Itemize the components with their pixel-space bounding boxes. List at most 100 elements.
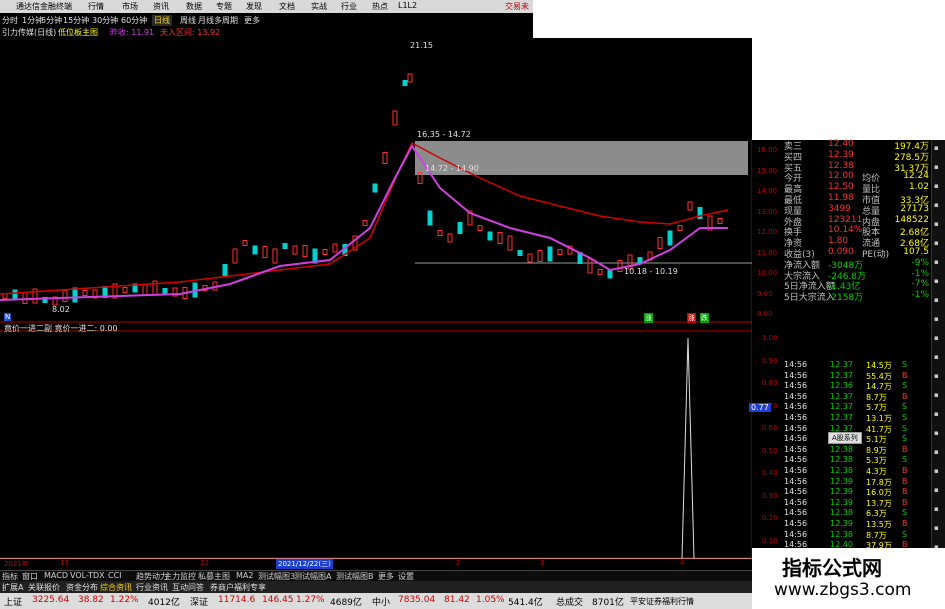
sub-tick: 0.90 [762, 356, 778, 365]
menu-item-5[interactable]: 发现 [246, 1, 262, 12]
candle [292, 245, 298, 255]
price-chart-svg[interactable] [0, 38, 752, 570]
period-tab-5[interactable]: 60分钟 [121, 15, 147, 26]
menu-item-4[interactable]: 专题 [216, 1, 232, 12]
candle [427, 210, 433, 226]
side-strip[interactable]: ▪ ▪ ▪ ▪ ▪ ▪ ▪ ▪ ▪ ▪ ▪ ▪ ▪ ▪ ▪ ▪ ▪ ▪ ▪ ▪ ▪ ▪ [931, 140, 945, 570]
side-button-icon[interactable]: ▪ [934, 315, 939, 323]
menu-item-7[interactable]: 实战 [311, 1, 327, 12]
candle [447, 233, 453, 243]
candle [372, 183, 378, 193]
broker-text[interactable]: 平安证券福利行情 [630, 596, 694, 607]
indicator-tabs: 指标 窗口 MACD VOL-TDX CCI 趋势动力 主力监控 私募主图 MA2 测试幅图3 测试… [0, 570, 752, 581]
menu-item-3[interactable]: 数据 [186, 1, 202, 12]
popup-tag[interactable]: A股系列 [828, 432, 862, 444]
marker-up-1: 涨 [644, 313, 653, 323]
menu-item-0[interactable]: 行情 [88, 1, 104, 12]
indicator-tab-4[interactable]: CCI [108, 571, 122, 580]
side-button-icon[interactable]: ▪ [934, 239, 939, 247]
range-annotation-2: 14.72 - 14.90 [425, 164, 479, 173]
trade-label[interactable]: 交易未 [505, 1, 529, 12]
side-button-icon[interactable]: ▪ [934, 258, 939, 266]
info-tab-0[interactable]: 扩展A [2, 582, 23, 593]
side-button-icon[interactable]: ▪ [934, 486, 939, 494]
zx-label[interactable]: 中小 [372, 595, 390, 608]
sub-tick: 0.50 [762, 446, 778, 455]
candle [232, 248, 238, 264]
side-button-icon[interactable]: ▪ [934, 220, 939, 228]
period-tab-3[interactable]: 15分钟 [63, 15, 89, 26]
side-button-icon[interactable]: ▪ [934, 182, 939, 190]
sub-tick: 1.00 [762, 334, 778, 342]
side-button-icon[interactable]: ▪ [934, 467, 939, 475]
candle [547, 246, 553, 262]
period-tab-1[interactable]: 1分钟 [22, 15, 43, 26]
candle [222, 264, 228, 276]
info-tab-6[interactable]: 券商户福利专享 [210, 582, 266, 593]
side-button-icon[interactable]: ▪ [934, 429, 939, 437]
crosshair-date: 2021/12/22(三) [276, 559, 333, 569]
price-tick: 8.00 [757, 310, 773, 318]
indicator-tab-2[interactable]: MACD [44, 571, 68, 580]
side-button-icon[interactable]: ▪ [934, 524, 939, 532]
side-button-icon[interactable]: ▪ [934, 163, 939, 171]
menu-item-9[interactable]: 热点 [372, 1, 388, 12]
side-button-icon[interactable]: ▪ [934, 372, 939, 380]
candle [607, 269, 613, 279]
period-tab-2[interactable]: 5分钟 [41, 15, 62, 26]
candle [417, 172, 423, 184]
side-button-icon[interactable]: ▪ [934, 448, 939, 456]
candle [62, 290, 68, 302]
period-tab-8[interactable]: 月线 [198, 15, 214, 26]
info-tab-3[interactable]: 综合资讯 [100, 582, 132, 593]
side-button-icon[interactable]: ▪ [934, 391, 939, 399]
indicator-tab-3[interactable]: VOL-TDX [70, 571, 105, 580]
candle [22, 292, 28, 304]
candle [677, 225, 683, 231]
title-bar: 通达信金融终端 交易未 行情 市场 资讯 数据 专题 发现 文档 实战 行业 热点 L1L2 [0, 0, 533, 13]
info-tab-5[interactable]: 互动问答 [172, 582, 204, 593]
period-tab-7[interactable]: 周线 [180, 15, 196, 26]
side-button-icon[interactable]: ▪ [934, 144, 939, 152]
side-button-icon[interactable]: ▪ [934, 505, 939, 513]
sz-label[interactable]: 深证 [190, 595, 208, 608]
candle [487, 231, 493, 241]
info-tab-4[interactable]: 行业资讯 [136, 582, 168, 593]
period-tab-4[interactable]: 30分钟 [92, 15, 118, 26]
candle [587, 258, 593, 274]
candle [282, 243, 288, 249]
side-button-icon[interactable]: ▪ [934, 410, 939, 418]
candle [252, 245, 258, 255]
menu-item-6[interactable]: 文档 [279, 1, 295, 12]
period-tab-10[interactable]: 更多 [244, 15, 260, 26]
range-value: 天入区间: 13.92 [160, 28, 221, 37]
marker-n: N [4, 313, 12, 321]
info-tab-2[interactable]: 资金分布 [66, 582, 98, 593]
side-button-icon[interactable]: ▪ [934, 201, 939, 209]
period-tab-6[interactable]: 日线 [152, 15, 172, 26]
menu-item-10[interactable]: L1L2 [398, 1, 417, 10]
menu-item-2[interactable]: 资讯 [153, 1, 169, 12]
candle [242, 240, 248, 246]
side-button-icon[interactable]: ▪ [934, 334, 939, 342]
indicator-tab-8[interactable]: MA2 [236, 571, 253, 580]
pre-close: 昨收: 11.91 [110, 28, 155, 37]
menu-item-8[interactable]: 行业 [341, 1, 357, 12]
period-tab-0[interactable]: 分时 [2, 15, 18, 26]
price-tick: 9.00 [757, 289, 773, 298]
candle [82, 290, 88, 296]
side-button-icon[interactable]: ▪ [934, 296, 939, 304]
candle [557, 249, 563, 255]
low-annotation: 8.02 [52, 305, 70, 314]
indicator-name[interactable]: 低位板主图 [58, 27, 98, 38]
sh-label[interactable]: 上证 [4, 595, 22, 608]
candle [142, 284, 148, 296]
candle [12, 289, 18, 299]
sub-axis-marker: 0.77 [749, 403, 771, 412]
menu-item-1[interactable]: 市场 [122, 1, 138, 12]
price-tick: 11.00 [757, 248, 778, 257]
side-button-icon[interactable]: ▪ [934, 277, 939, 285]
info-tab-1[interactable]: 关联报价 [28, 582, 60, 593]
period-tab-9[interactable]: 多周期 [214, 15, 238, 26]
side-button-icon[interactable]: ▪ [934, 353, 939, 361]
